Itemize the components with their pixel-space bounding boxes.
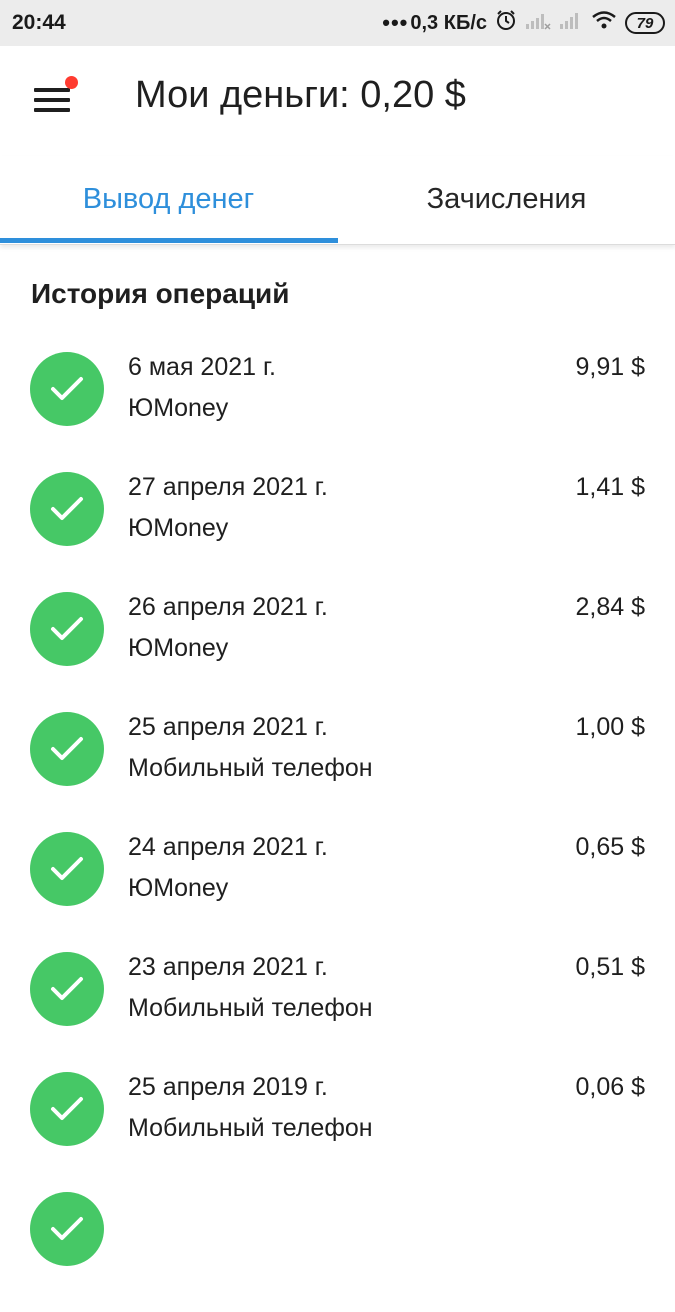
operation-date: 25 апреля 2019 г. xyxy=(128,1073,328,1101)
check-icon xyxy=(30,352,104,426)
check-icon xyxy=(30,952,104,1026)
operation-date: 26 апреля 2021 г. xyxy=(128,593,328,621)
operation-amount: 1,41 $ xyxy=(575,473,645,501)
operation-date: 23 апреля 2021 г. xyxy=(128,953,328,981)
battery-icon: 79 xyxy=(625,12,665,34)
list-item[interactable] xyxy=(0,1192,675,1312)
app-header: Мои деньги: 0,20 $ xyxy=(0,46,675,156)
tab-withdrawal[interactable]: Вывод денег xyxy=(0,156,337,242)
network-speed: 0,3 КБ/с xyxy=(410,11,487,34)
operation-description: Мобильный телефон xyxy=(128,754,373,782)
status-time: 20:44 xyxy=(12,11,66,34)
operation-description: Мобильный телефон xyxy=(128,1114,373,1142)
operation-amount: 0,51 $ xyxy=(575,953,645,981)
history-title: История операций xyxy=(31,278,290,309)
status-bar: 20:44 ••• 0,3 КБ/с 79 xyxy=(0,0,675,46)
check-icon xyxy=(30,592,104,666)
operation-description: Мобильный телефон xyxy=(128,994,373,1022)
signal-icon-2 xyxy=(559,10,583,36)
operation-amount: 0,65 $ xyxy=(575,833,645,861)
operations-list: 6 мая 2021 г. ЮMoney 9,91 $ 27 апреля 20… xyxy=(0,352,675,1312)
operation-description: ЮMoney xyxy=(128,394,229,422)
list-item[interactable]: 26 апреля 2021 г. ЮMoney 2,84 $ xyxy=(0,592,675,712)
check-icon xyxy=(30,1192,104,1266)
list-item[interactable]: 23 апреля 2021 г. Мобильный телефон 0,51… xyxy=(0,952,675,1072)
check-icon xyxy=(30,832,104,906)
list-item[interactable]: 25 апреля 2019 г. Мобильный телефон 0,06… xyxy=(0,1072,675,1192)
page-title: Мои деньги: 0,20 $ xyxy=(135,74,466,116)
tab-bar: Вывод денег Зачисления xyxy=(0,156,675,245)
operation-description: ЮMoney xyxy=(128,634,229,662)
more-notifications-icon: ••• xyxy=(382,10,409,35)
operation-date: 6 мая 2021 г. xyxy=(128,353,276,381)
list-item[interactable]: 27 апреля 2021 г. ЮMoney 1,41 $ xyxy=(0,472,675,592)
active-tab-indicator xyxy=(0,238,338,243)
check-icon xyxy=(30,472,104,546)
check-icon xyxy=(30,712,104,786)
check-icon xyxy=(30,1072,104,1146)
tab-deposits[interactable]: Зачисления xyxy=(338,156,675,242)
signal-icon xyxy=(525,10,551,36)
operation-description: ЮMoney xyxy=(128,514,229,542)
operation-amount: 0,06 $ xyxy=(575,1073,645,1101)
operation-date: 25 апреля 2021 г. xyxy=(128,713,328,741)
list-item[interactable]: 24 апреля 2021 г. ЮMoney 0,65 $ xyxy=(0,832,675,952)
operation-amount: 9,91 $ xyxy=(575,353,645,381)
operation-date: 27 апреля 2021 г. xyxy=(128,473,328,501)
operation-date: 24 апреля 2021 г. xyxy=(128,833,328,861)
operation-amount: 1,00 $ xyxy=(575,713,645,741)
status-icons: ••• 0,3 КБ/с 79 xyxy=(382,9,665,37)
operation-description: ЮMoney xyxy=(128,874,229,902)
menu-button[interactable] xyxy=(34,76,78,118)
list-item[interactable]: 25 апреля 2021 г. Мобильный телефон 1,00… xyxy=(0,712,675,832)
notification-dot xyxy=(65,76,78,89)
list-item[interactable]: 6 мая 2021 г. ЮMoney 9,91 $ xyxy=(0,352,675,472)
operation-amount: 2,84 $ xyxy=(575,593,645,621)
alarm-icon xyxy=(495,9,517,37)
wifi-icon xyxy=(591,10,617,36)
